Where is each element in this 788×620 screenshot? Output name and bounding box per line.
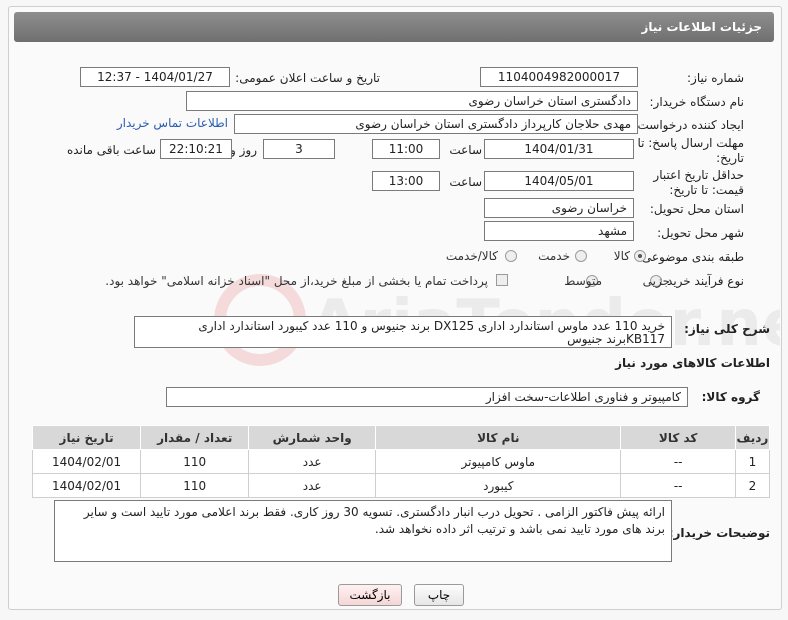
price-validity-time-label: ساعت: [449, 175, 482, 189]
cell-need-date: 1404/02/01: [31, 449, 142, 474]
table-row: 2 -- کیبورد عدد 110 1404/02/01: [31, 473, 771, 498]
cell-row-number: 1: [734, 449, 771, 474]
cell-quantity: 110: [140, 449, 250, 474]
col-header-goods-name: نام کالا: [375, 425, 622, 450]
goods-table-header-row: ردیف کد کالا نام کالا واحد شمارش تعداد /…: [31, 425, 771, 450]
category-label: طبقه بندی موضوعی:: [637, 250, 744, 264]
cell-row-number: 2: [734, 473, 771, 498]
creator-field: مهدی حلاجان کارپرداز دادگستری استان خراس…: [234, 114, 638, 134]
buyer-org-field: دادگستری استان خراسان رضوی: [186, 91, 638, 111]
treasury-checkbox[interactable]: [496, 274, 508, 286]
cell-goods-name: کیبورد: [375, 473, 622, 498]
category-radio-goods[interactable]: [634, 250, 646, 262]
province-field: خراسان رضوی: [484, 198, 634, 218]
city-field: مشهد: [484, 221, 634, 241]
city-label: شهر محل تحویل:: [657, 226, 744, 240]
col-header-need-date: تاریخ نیاز: [31, 425, 142, 450]
announce-date-field: 1404/01/27 - 12:37: [80, 67, 230, 87]
cell-unit: عدد: [248, 473, 377, 498]
buyer-contact-link[interactable]: اطلاعات تماس خریدار: [117, 116, 228, 130]
price-validity-time: 13:00: [372, 171, 440, 191]
category-radio-goods-service[interactable]: [505, 250, 517, 262]
summary-label: شرح کلی نیاز:: [684, 322, 770, 336]
goods-group-label: گروه کالا:: [701, 390, 760, 404]
col-header-goods-code: کد کالا: [620, 425, 736, 450]
treasury-note: پرداخت تمام یا بخشی از مبلغ خرید،از محل …: [105, 274, 488, 288]
cell-goods-code: --: [620, 473, 736, 498]
deadline-send-time: 11:00: [372, 139, 440, 159]
goods-group-field: کامپیوتر و فناوری اطلاعات-سخت افزار: [166, 387, 688, 407]
page-title: جزئیات اطلاعات نیاز: [641, 20, 762, 34]
deadline-days-field: 3: [263, 139, 335, 159]
table-row: 1 -- ماوس کامپیوتر عدد 110 1404/02/01: [31, 449, 771, 474]
price-validity-label: حداقل تاریخ اعتبار قیمت: تا تاریخ:: [653, 168, 744, 197]
purchase-option-medium: متوسط: [564, 274, 602, 288]
deadline-send-label: مهلت ارسال پاسخ: تا تاریخ:: [637, 136, 744, 165]
col-header-row-number: ردیف: [734, 425, 771, 450]
back-button[interactable]: بازگشت: [338, 584, 402, 606]
category-radio-service[interactable]: [575, 250, 587, 262]
remaining-time-field: 22:10:21: [160, 139, 232, 159]
buyer-org-label: نام دستگاه خریدار:: [649, 95, 745, 109]
deadline-send-time-label: ساعت: [449, 143, 482, 157]
deadline-send-date: 1404/01/31: [484, 139, 634, 159]
cell-goods-code: --: [620, 449, 736, 474]
buyer-notes-label: توضیحات خریدار:: [668, 526, 770, 540]
price-validity-date: 1404/05/01: [484, 171, 634, 191]
need-number-label: شماره نیاز:: [687, 71, 744, 85]
creator-label: ایجاد کننده درخواست:: [633, 118, 744, 132]
buyer-notes-field: ارائه پیش فاکتور الزامی . تحویل درب انبا…: [54, 500, 672, 562]
goods-table: ردیف کد کالا نام کالا واحد شمارش تعداد /…: [31, 425, 771, 498]
purchase-type-label: نوع فرآیند خرید :: [659, 274, 744, 288]
category-option-service: خدمت: [538, 249, 570, 263]
need-number-field: 1104004982000017: [480, 67, 638, 87]
cell-unit: عدد: [248, 449, 377, 474]
cell-need-date: 1404/02/01: [31, 473, 142, 498]
category-option-goods-service: کالا/خدمت: [445, 249, 498, 263]
col-header-quantity: تعداد / مقدار: [140, 425, 250, 450]
cell-quantity: 110: [140, 473, 250, 498]
category-option-goods: کالا: [613, 249, 630, 263]
cell-goods-name: ماوس کامپیوتر: [375, 449, 622, 474]
announce-date-label: تاریخ و ساعت اعلان عمومی:: [235, 71, 380, 85]
page-header: جزئیات اطلاعات نیاز: [14, 12, 774, 42]
province-label: استان محل تحویل:: [649, 202, 744, 216]
goods-info-title: اطلاعات کالاهای مورد نیاز: [615, 356, 770, 370]
print-button[interactable]: چاپ: [414, 584, 464, 606]
purchase-option-minor: جزیی: [642, 274, 670, 288]
summary-field: خرید 110 عدد ماوس استاندارد اداری DX125 …: [134, 316, 672, 348]
col-header-unit: واحد شمارش: [248, 425, 377, 450]
remaining-time-label: ساعت باقی مانده: [66, 143, 156, 157]
deadline-days-label: روز و: [230, 143, 257, 157]
